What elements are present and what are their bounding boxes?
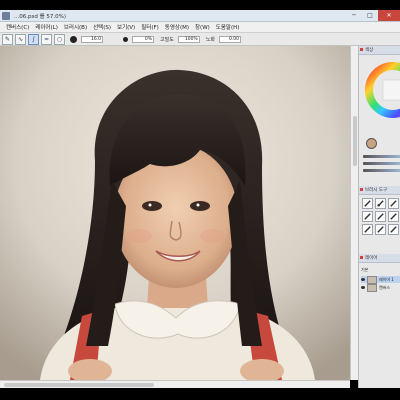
eye-right bbox=[190, 201, 210, 211]
tool-fill[interactable] bbox=[375, 224, 386, 235]
menu-help[interactable]: 도움말(H) bbox=[216, 23, 240, 31]
eye-right-highlight bbox=[196, 203, 200, 207]
blur-icon bbox=[390, 213, 397, 220]
density-label: 고밀도 bbox=[160, 36, 174, 43]
wave-icon: ≈ bbox=[43, 35, 50, 43]
pressure-icon: ○ bbox=[56, 35, 63, 43]
brush-size-preview bbox=[70, 35, 77, 43]
tool-marker[interactable] bbox=[388, 198, 399, 209]
window-title: ...06.psd 를 57.0%) bbox=[14, 13, 67, 20]
color-panel-header: 색상 bbox=[359, 46, 400, 55]
saturation-square[interactable] bbox=[382, 79, 400, 101]
stabilizer-icon: ∿ bbox=[17, 35, 24, 43]
vertical-scroll-thumb[interactable] bbox=[353, 116, 357, 166]
slider-v[interactable] bbox=[363, 169, 400, 172]
tool-watercolor[interactable] bbox=[375, 211, 386, 222]
maximize-button[interactable]: □ bbox=[362, 10, 378, 21]
softness-field[interactable]: 0.00 bbox=[219, 35, 242, 43]
cheek-left bbox=[128, 229, 152, 243]
brush-tool-grid bbox=[362, 198, 399, 235]
wave-tool-button[interactable]: ≈ bbox=[41, 33, 52, 45]
tool-selection[interactable] bbox=[388, 224, 399, 235]
brush-tools-header: 브러시 도구 bbox=[359, 186, 400, 195]
stabilizer-button[interactable]: ∿ bbox=[15, 33, 26, 45]
layer-mode[interactable]: 기본 bbox=[361, 266, 400, 273]
softness-label: 노화 bbox=[205, 36, 216, 43]
brush-tools-title: 브러시 도구 bbox=[365, 188, 388, 193]
menu-canvas[interactable]: 캔버스(C) bbox=[6, 23, 29, 31]
paint-application: ...06.psd 를 57.0%) ─ □ ✕ 캔버스(C) 레이어(L) 브… bbox=[0, 0, 400, 400]
color-sliders[interactable] bbox=[363, 151, 400, 172]
density-field[interactable]: 100% bbox=[177, 35, 200, 43]
tool-pen[interactable] bbox=[362, 198, 373, 209]
fill-icon bbox=[377, 226, 384, 233]
menu-layer[interactable]: 레이어(L) bbox=[35, 23, 58, 31]
layer-name: 레이어 1 bbox=[379, 276, 394, 282]
horizontal-scroll-thumb[interactable] bbox=[4, 383, 154, 387]
layer-thumbnail bbox=[367, 275, 377, 284]
brush-tools-panel: 브러시 도구 bbox=[359, 186, 400, 256]
eye-left bbox=[142, 201, 162, 211]
drawing-canvas[interactable] bbox=[0, 46, 350, 380]
menu-movie[interactable]: 동영상(M) bbox=[165, 23, 189, 31]
current-color-swatch[interactable] bbox=[366, 138, 377, 149]
portrait-painting bbox=[0, 46, 350, 380]
tool-eraser[interactable] bbox=[362, 224, 373, 235]
menu-brush[interactable]: 브러시(B) bbox=[64, 23, 87, 31]
pressure-button[interactable]: ○ bbox=[54, 33, 65, 45]
pen-tool-button[interactable]: ✎ bbox=[2, 33, 13, 45]
layers-title: 레이어 bbox=[365, 256, 378, 261]
brush-icon bbox=[377, 200, 384, 207]
brush-toolbar: ✎ ∿ ∫ ≈ ○ 16.0 0% 고밀도 100% 노화 0.00 bbox=[0, 33, 400, 46]
airbrush-icon bbox=[364, 213, 371, 220]
layer-item[interactable]: 레이어 1 bbox=[361, 275, 400, 284]
eye-left-highlight bbox=[148, 203, 152, 207]
eraser-icon bbox=[364, 226, 371, 233]
color-panel: 색상 bbox=[359, 46, 400, 186]
menu-filter[interactable]: 필터(F) bbox=[141, 23, 159, 31]
menu-view[interactable]: 보기(V) bbox=[117, 23, 135, 31]
menu-window[interactable]: 창(W) bbox=[195, 23, 210, 31]
min-size-field[interactable]: 0% bbox=[132, 35, 154, 43]
letterbox-top bbox=[0, 0, 400, 10]
marker-icon bbox=[390, 200, 397, 207]
curve-icon: ∫ bbox=[31, 35, 36, 43]
curve-tool-button[interactable]: ∫ bbox=[28, 33, 39, 45]
brush-size-field[interactable]: 16.0 bbox=[81, 35, 103, 43]
layer-name: 캔버스 bbox=[379, 284, 391, 290]
visibility-eye-icon[interactable] bbox=[361, 278, 365, 281]
minimize-button[interactable]: ─ bbox=[346, 10, 362, 21]
app-icon bbox=[2, 11, 10, 20]
window-controls: ─ □ ✕ bbox=[346, 10, 400, 21]
layer-mode-value: 기본 bbox=[361, 266, 369, 272]
pen-icon: ✎ bbox=[4, 35, 11, 43]
cheek-right bbox=[200, 229, 224, 243]
title-bar: ...06.psd 를 57.0%) ─ □ ✕ bbox=[0, 10, 400, 22]
color-wheel-graphic bbox=[365, 62, 400, 118]
slider-h[interactable] bbox=[363, 155, 400, 158]
selection-icon bbox=[390, 226, 397, 233]
layer-item[interactable]: 캔버스 bbox=[361, 283, 400, 292]
close-button[interactable]: ✕ bbox=[378, 10, 400, 21]
color-panel-title: 색상 bbox=[365, 48, 374, 53]
pen-icon bbox=[364, 200, 371, 207]
layer-thumbnail bbox=[367, 283, 377, 292]
layers-panel: 레이어 기본 레이어 1 캔버스 bbox=[359, 254, 400, 388]
slider-s[interactable] bbox=[363, 162, 400, 165]
watercolor-icon bbox=[377, 213, 384, 220]
min-size-preview bbox=[123, 36, 128, 42]
tool-brush[interactable] bbox=[375, 198, 386, 209]
menu-select[interactable]: 선택(S) bbox=[93, 23, 111, 31]
layers-header: 레이어 bbox=[359, 254, 400, 263]
tool-airbrush[interactable] bbox=[362, 211, 373, 222]
right-panel: 색상 브러시 도구 레이어 기본 레이어 1 캔버스 bbox=[358, 46, 400, 388]
tool-blur[interactable] bbox=[388, 211, 399, 222]
visibility-eye-icon[interactable] bbox=[361, 286, 365, 289]
menu-bar: 캔버스(C) 레이어(L) 브러시(B) 선택(S) 보기(V) 필터(F) 동… bbox=[0, 22, 400, 33]
letterbox-bottom bbox=[0, 388, 400, 400]
